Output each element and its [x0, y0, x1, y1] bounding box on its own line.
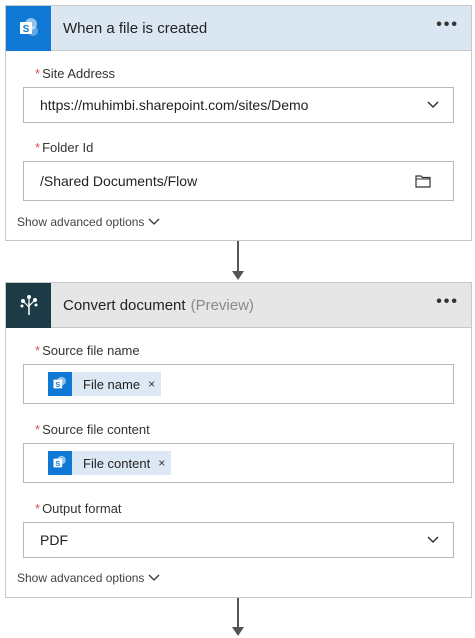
site-address-label-text: Site Address [42, 66, 116, 81]
svg-text:S: S [55, 459, 60, 468]
action-title: Convert document [63, 296, 186, 314]
flow-arrow-icon [232, 598, 244, 636]
show-advanced-options-link[interactable]: Show advanced options [17, 215, 160, 229]
file-content-token-label: File content [83, 455, 151, 471]
svg-text:S: S [55, 380, 60, 389]
trigger-card: S When a file is created ••• * Site Addre… [5, 5, 472, 241]
svg-text:S: S [22, 24, 29, 35]
action-header[interactable]: Convert document (Preview) ••• [6, 282, 471, 328]
show-advanced-options-link[interactable]: Show advanced options [17, 571, 160, 585]
trigger-header[interactable]: S When a file is created ••• [6, 5, 471, 51]
file-content-token[interactable]: S File content × [48, 451, 172, 475]
site-address-dropdown[interactable]: https://muhimbi.sharepoint.com/sites/Dem… [23, 87, 454, 123]
chevron-down-icon [148, 574, 160, 581]
chevron-down-icon [148, 218, 160, 225]
remove-token-button[interactable]: × [158, 456, 171, 470]
site-address-label: * Site Address [35, 66, 115, 81]
output-format-dropdown[interactable]: PDF [23, 522, 454, 558]
remove-token-button[interactable]: × [148, 377, 161, 391]
show-advanced-options-text: Show advanced options [17, 215, 145, 229]
action-preview-tag: (Preview) [190, 296, 254, 314]
folder-id-value: /Shared Documents/Flow [40, 173, 198, 189]
muhimbi-tree-icon [6, 282, 51, 328]
source-file-name-label: * Source file name [35, 343, 140, 358]
sharepoint-icon: S [48, 451, 72, 475]
folder-icon[interactable] [415, 174, 431, 188]
source-file-content-label: * Source file content [35, 422, 150, 437]
sharepoint-icon: S [6, 5, 51, 51]
folder-id-label-text: Folder Id [42, 140, 94, 155]
required-marker: * [35, 140, 41, 155]
show-advanced-options-text: Show advanced options [17, 571, 145, 585]
source-file-content-field[interactable]: S File content × [23, 443, 454, 483]
source-file-content-label-text: Source file content [42, 422, 150, 437]
chevron-down-icon [427, 101, 439, 109]
trigger-title: When a file is created [63, 19, 208, 37]
required-marker: * [35, 66, 41, 81]
source-file-name-field[interactable]: S File name × [23, 364, 454, 404]
trigger-more-menu[interactable]: ••• [436, 16, 459, 34]
folder-id-field[interactable]: /Shared Documents/Flow [23, 161, 454, 201]
output-format-label: * Output format [35, 501, 122, 516]
sharepoint-icon: S [48, 372, 72, 396]
folder-id-label: * Folder Id [35, 140, 93, 155]
source-file-name-label-text: Source file name [42, 343, 140, 358]
file-name-token-label: File name [83, 376, 141, 392]
site-address-value: https://muhimbi.sharepoint.com/sites/Dem… [40, 97, 309, 113]
action-more-menu[interactable]: ••• [436, 293, 459, 311]
required-marker: * [35, 343, 41, 358]
output-format-label-text: Output format [42, 501, 122, 516]
required-marker: * [35, 422, 41, 437]
flow-arrow-icon [232, 241, 244, 280]
chevron-down-icon [427, 536, 439, 544]
action-card: Convert document (Preview) ••• * Source f… [5, 282, 472, 598]
required-marker: * [35, 501, 41, 516]
file-name-token[interactable]: S File name × [48, 372, 162, 396]
output-format-value: PDF [40, 532, 68, 548]
